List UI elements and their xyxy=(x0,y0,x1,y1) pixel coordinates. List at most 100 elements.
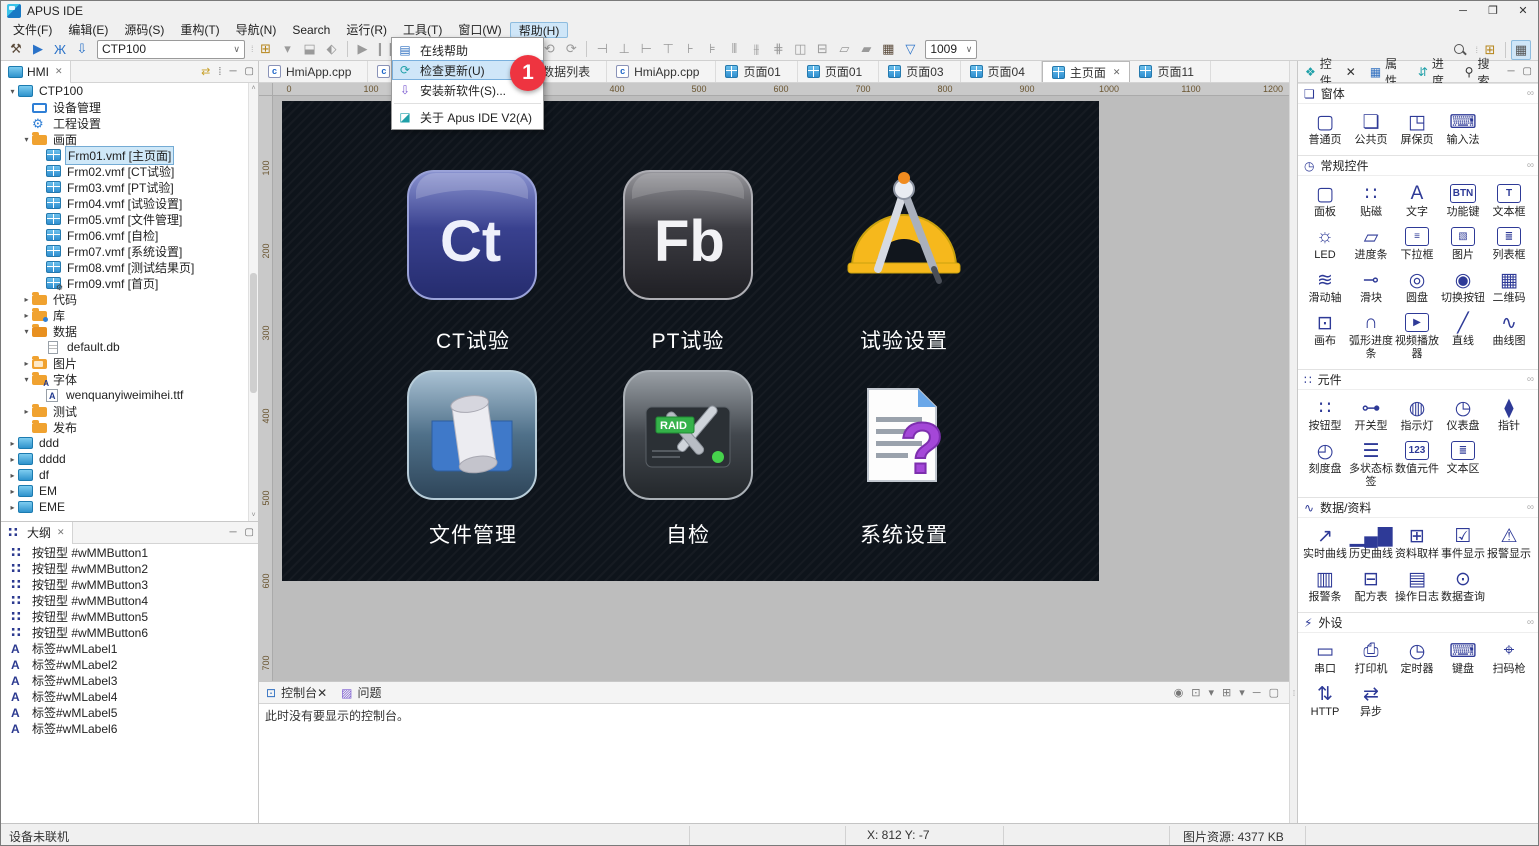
hmi-page[interactable]: Ct Fb xyxy=(282,101,1099,581)
palette-item[interactable]: ▱ 进度条 xyxy=(1348,225,1394,262)
tree-item[interactable]: ▾ 字体 xyxy=(1,371,248,387)
outline-item[interactable]: 按钮型 #wMMButton6 xyxy=(1,624,258,640)
editor-tab[interactable]: c HmiApp.cpp xyxy=(607,61,716,82)
hmi-perspective-button[interactable]: ▦ xyxy=(1511,40,1531,60)
outline-item[interactable]: 按钮型 #wMMButton5 xyxy=(1,608,258,624)
expand-arrow-icon[interactable]: ▾ xyxy=(21,375,32,384)
editor-tab[interactable]: 页面11 xyxy=(1130,61,1210,82)
palette-item[interactable]: ∷ 按钮型 xyxy=(1302,396,1348,433)
maximize-view-icon[interactable]: ▢ xyxy=(245,527,254,538)
tree-item[interactable]: Frm01.vmf [主页面] xyxy=(1,147,248,163)
tree-item[interactable]: 发布 xyxy=(1,419,248,435)
tree-item[interactable]: ▾ 数据 xyxy=(1,323,248,339)
palette-item[interactable]: ⌨ 输入法 xyxy=(1440,110,1486,147)
palette-item[interactable]: ⌨ 键盘 xyxy=(1440,639,1486,676)
menu-item[interactable]: 窗口(W) xyxy=(450,22,509,38)
display-arrow-icon[interactable]: ▾ xyxy=(1209,686,1215,699)
expand-arrow-icon[interactable]: ▸ xyxy=(21,359,32,368)
resume-icon[interactable]: ▶ xyxy=(353,39,373,59)
tree-item[interactable]: ▸ 库 xyxy=(1,307,248,323)
menu-item[interactable]: 重构(T) xyxy=(172,22,227,38)
minimize-view-icon[interactable]: ─ xyxy=(1507,66,1514,77)
palette-item[interactable]: ▭ 串口 xyxy=(1302,639,1348,676)
collapse-icon[interactable]: ∞ xyxy=(1527,374,1534,385)
expand-arrow-icon[interactable]: ▾ xyxy=(21,327,32,336)
project-combo[interactable]: CTP100 ∨ xyxy=(97,40,245,59)
editor-tab[interactable]: 页面01 xyxy=(716,61,797,82)
palette-section-header[interactable]: ❏ 窗体 ∞ xyxy=(1298,83,1539,104)
ungroup-icon[interactable]: ▰ xyxy=(856,39,876,59)
palette-item[interactable]: ◷ 定时器 xyxy=(1394,639,1440,676)
pt-test-tile[interactable]: Fb xyxy=(622,169,754,301)
expand-arrow-icon[interactable]: ▾ xyxy=(21,135,32,144)
tree-item[interactable]: Frm02.vmf [CT试验] xyxy=(1,163,248,179)
palette-item[interactable]: T 文本框 xyxy=(1486,182,1532,219)
editor-tab[interactable]: c HmiApp.cpp xyxy=(259,61,368,82)
about-item[interactable]: ◪ 关于 Apus IDE V2(A) xyxy=(392,107,543,127)
palette-item[interactable]: ▢ 面板 xyxy=(1302,182,1348,219)
palette-tab[interactable]: ⇵ 进度 xyxy=(1411,61,1458,83)
palette-item[interactable]: ⊙ 数据查询 xyxy=(1440,567,1486,604)
match-size-icon[interactable]: ⋕ xyxy=(768,39,788,59)
align-right-icon[interactable]: ⊢ xyxy=(636,39,656,59)
distribute-h-icon[interactable]: ⫴ xyxy=(724,39,744,59)
minimize-view-icon[interactable]: ─ xyxy=(229,66,236,77)
palette-item[interactable]: ☰ 多状态标签 xyxy=(1348,439,1394,489)
group-icon[interactable]: ▱ xyxy=(834,39,854,59)
palette-item[interactable]: ⊡ 画布 xyxy=(1302,311,1348,361)
editor-tab[interactable]: 页面04 xyxy=(961,61,1042,82)
palette-item[interactable]: ≋ 滑动轴 xyxy=(1302,268,1348,305)
outline-item[interactable]: 按钮型 #wMMButton1 xyxy=(1,544,258,560)
tree-item[interactable]: ▸ ddd xyxy=(1,435,248,451)
zoom-combo[interactable]: 1009 ∨ xyxy=(925,40,977,59)
panel-sash[interactable]: ⁞ xyxy=(1289,61,1297,823)
file-manager-tile[interactable] xyxy=(406,369,538,501)
palette-item[interactable]: ⎙ 打印机 xyxy=(1348,639,1394,676)
palette-item[interactable]: ⌖ 扫码枪 xyxy=(1486,639,1532,676)
tree-item[interactable]: Frm05.vmf [文件管理] xyxy=(1,211,248,227)
palette-item[interactable]: ≣ 列表框 xyxy=(1486,225,1532,262)
expand-arrow-icon[interactable]: ▸ xyxy=(7,471,18,480)
menu-item[interactable]: 帮助(H) xyxy=(510,22,569,38)
palette-item[interactable]: BTN 功能键 xyxy=(1440,182,1486,219)
same-height-icon[interactable]: ⊟ xyxy=(812,39,832,59)
distribute-v-icon[interactable]: ⫵ xyxy=(746,39,766,59)
maximize-view-icon[interactable]: ▢ xyxy=(1523,66,1532,77)
palette-item[interactable]: ≣ 文本区 xyxy=(1440,439,1486,489)
tree-item[interactable]: 工程设置 xyxy=(1,115,248,131)
palette-item[interactable]: ⧫ 指针 xyxy=(1486,396,1532,433)
collapse-icon[interactable]: ∞ xyxy=(1527,88,1534,99)
collapse-icon[interactable]: ∞ xyxy=(1527,617,1534,628)
outline-item[interactable]: 标签#wMLabel4 xyxy=(1,688,258,704)
deploy-icon[interactable]: ⇩ xyxy=(72,39,92,59)
align-center-icon[interactable]: ⊥ xyxy=(614,39,634,59)
menu-item[interactable]: Search xyxy=(284,22,338,38)
tree-item[interactable]: ▾ CTP100 xyxy=(1,83,248,99)
palette-item[interactable]: ⇄ 异步 xyxy=(1348,682,1394,719)
palette-item[interactable]: ⚠ 报警显示 xyxy=(1486,524,1532,561)
minimize-view-icon[interactable]: ─ xyxy=(229,527,236,538)
test-settings-tile[interactable] xyxy=(838,169,970,301)
self-check-tile[interactable]: RAID xyxy=(622,369,754,501)
palette-item[interactable]: ▤ 操作日志 xyxy=(1394,567,1440,604)
maximize-view-icon[interactable]: ▢ xyxy=(245,66,254,77)
palette-section-header[interactable]: ∿ 数据/资料 ∞ xyxy=(1298,497,1539,518)
expand-arrow-icon[interactable]: ▸ xyxy=(21,295,32,304)
editor-tab[interactable]: 页面03 xyxy=(879,61,960,82)
expand-arrow-icon[interactable]: ▾ xyxy=(7,87,18,96)
close-button[interactable]: ✕ xyxy=(1508,1,1538,21)
link-with-editor-icon[interactable]: ⇄ xyxy=(201,65,210,78)
align-middle-icon[interactable]: ⊦ xyxy=(680,39,700,59)
menu-item[interactable]: 导航(N) xyxy=(228,22,285,38)
open-console-arrow-icon[interactable]: ▾ xyxy=(1239,686,1245,699)
palette-item[interactable]: ▧ 图片 xyxy=(1440,225,1486,262)
filter-icon[interactable]: ▽ xyxy=(900,39,920,59)
tree-item[interactable]: ▸ df xyxy=(1,467,248,483)
palette-item[interactable]: ▁▄▇ 历史曲线 xyxy=(1348,524,1394,561)
console-tab[interactable]: ▨ 问题 xyxy=(334,682,388,704)
outline-item[interactable]: 按钮型 #wMMButton2 xyxy=(1,560,258,576)
run-icon[interactable]: ▶ xyxy=(28,39,48,59)
save-icon[interactable]: ⬓ xyxy=(300,39,320,59)
palette-tab[interactable]: ▦ 属性 xyxy=(1363,61,1411,83)
collapse-icon[interactable]: ∞ xyxy=(1527,160,1534,171)
